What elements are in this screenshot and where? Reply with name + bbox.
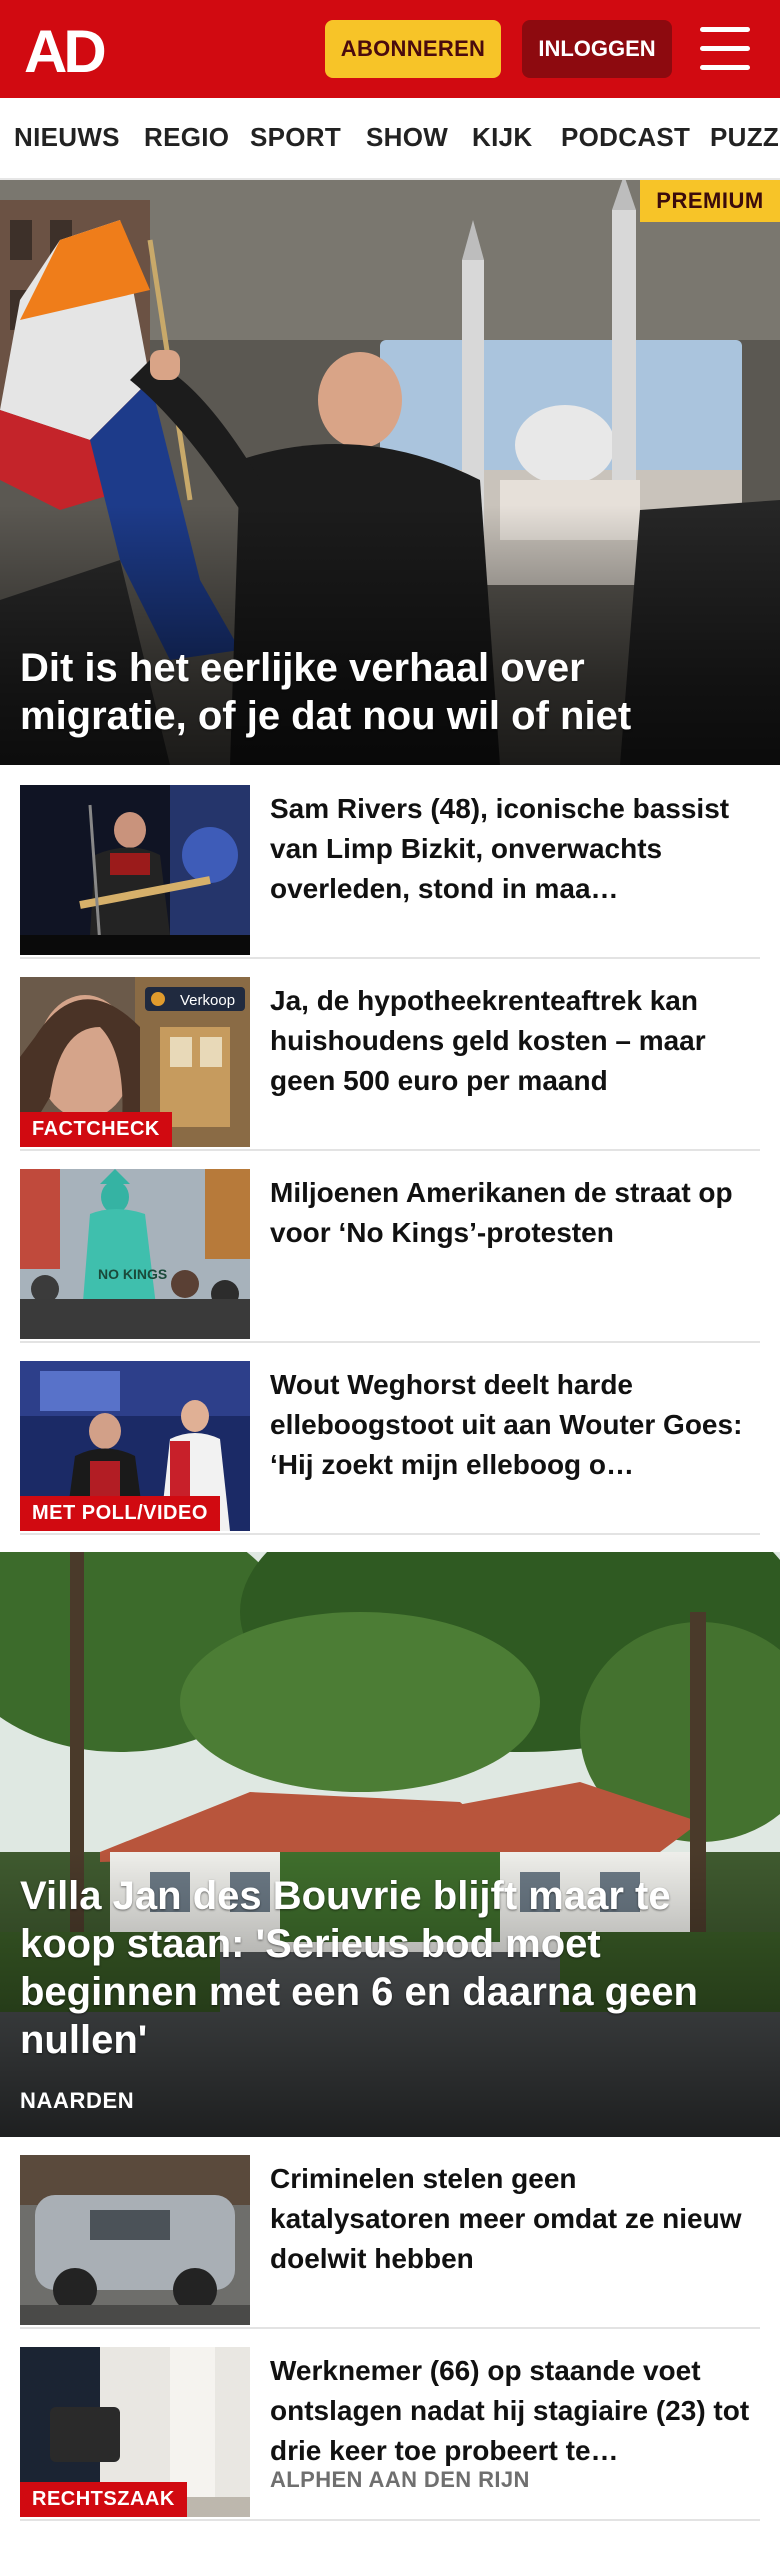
poll-video-badge: MET POLL/VIDEO: [20, 1496, 220, 1531]
article-thumbnail: [20, 2155, 250, 2325]
nav-item-podcast[interactable]: PODCAST: [561, 122, 690, 153]
factcheck-badge: FACTCHECK: [20, 1112, 172, 1147]
list-item[interactable]: RECHTSZAAK Werknemer (66) op staande voe…: [20, 2329, 760, 2521]
nav-item-show[interactable]: SHOW: [366, 122, 448, 153]
article-thumbnail: Verkoop FACTCHECK: [20, 977, 250, 1147]
hero-headline[interactable]: Dit is het eerlijke verhaal over migrati…: [20, 644, 740, 740]
subscribe-button[interactable]: ABONNEREN: [325, 20, 501, 78]
thumb-photo-car: [20, 2155, 250, 2325]
list-item[interactable]: MET POLL/VIDEO Wout Weghorst deelt harde…: [20, 1343, 760, 1535]
nav-item-nieuws[interactable]: NIEUWS: [14, 122, 120, 153]
thumb-photo-protest: NO KINGS: [20, 1169, 250, 1339]
menu-icon[interactable]: [700, 27, 750, 71]
location-label: NAARDEN: [20, 2088, 135, 2113]
nav-item-sport[interactable]: SPORT: [250, 122, 341, 153]
article-headline[interactable]: Wout Weghorst deelt harde elleboogstoot …: [270, 1365, 760, 1485]
location-label: ALPHEN AAN DEN RIJN: [270, 2467, 530, 2492]
article-headline[interactable]: Werknemer (66) op staande voet ontslagen…: [270, 2351, 760, 2471]
svg-text:NO KINGS: NO KINGS: [98, 1266, 167, 1282]
nav-item-regio[interactable]: REGIO: [144, 122, 229, 153]
featured-headline[interactable]: Villa Jan des Bouvrie blijft maar te koo…: [20, 1872, 740, 2064]
article-headline[interactable]: Criminelen stelen geen katalysatoren mee…: [270, 2159, 760, 2279]
list-item[interactable]: Verkoop FACTCHECK Ja, de hypotheekrentea…: [20, 959, 760, 1151]
ad-logo[interactable]: AD: [24, 18, 118, 85]
list-item[interactable]: Criminelen stelen geen katalysatoren mee…: [20, 2137, 760, 2329]
premium-badge: PREMIUM: [640, 180, 780, 222]
section-nav: NIEUWS REGIO SPORT SHOW KIJK PODCAST PUZ…: [0, 98, 780, 180]
top-bar: AD ABONNEREN INLOGGEN: [0, 0, 780, 98]
svg-text:AD: AD: [24, 22, 104, 78]
article-thumbnail: [20, 785, 250, 955]
list-item[interactable]: Sam Rivers (48), iconische bassist van L…: [20, 767, 760, 959]
rechtszaak-badge: RECHTSZAAK: [20, 2482, 187, 2517]
article-headline[interactable]: Ja, de hypotheekrenteaftrek kan huishoud…: [270, 981, 760, 1101]
nav-item-puzzel[interactable]: PUZZ: [710, 122, 779, 153]
thumb-photo-concert: [20, 785, 250, 955]
ad-logo-mark: AD: [24, 18, 108, 85]
article-thumbnail: RECHTSZAAK: [20, 2347, 250, 2517]
hero-article[interactable]: PREMIUM Dit is het eerlijke verhaal over…: [0, 180, 780, 765]
list-item[interactable]: NO KINGS Miljoenen Amerikanen de straat …: [20, 1151, 760, 1343]
article-thumbnail: NO KINGS: [20, 1169, 250, 1339]
svg-text:Verkoop: Verkoop: [180, 992, 235, 1009]
article-headline[interactable]: Sam Rivers (48), iconische bassist van L…: [270, 789, 760, 909]
nav-item-kijk[interactable]: KIJK: [472, 122, 532, 153]
featured-article[interactable]: Villa Jan des Bouvrie blijft maar te koo…: [0, 1552, 780, 2137]
article-thumbnail: MET POLL/VIDEO: [20, 1361, 250, 1531]
login-button[interactable]: INLOGGEN: [522, 20, 672, 78]
article-headline[interactable]: Miljoenen Amerikanen de straat op voor ‘…: [270, 1173, 760, 1253]
